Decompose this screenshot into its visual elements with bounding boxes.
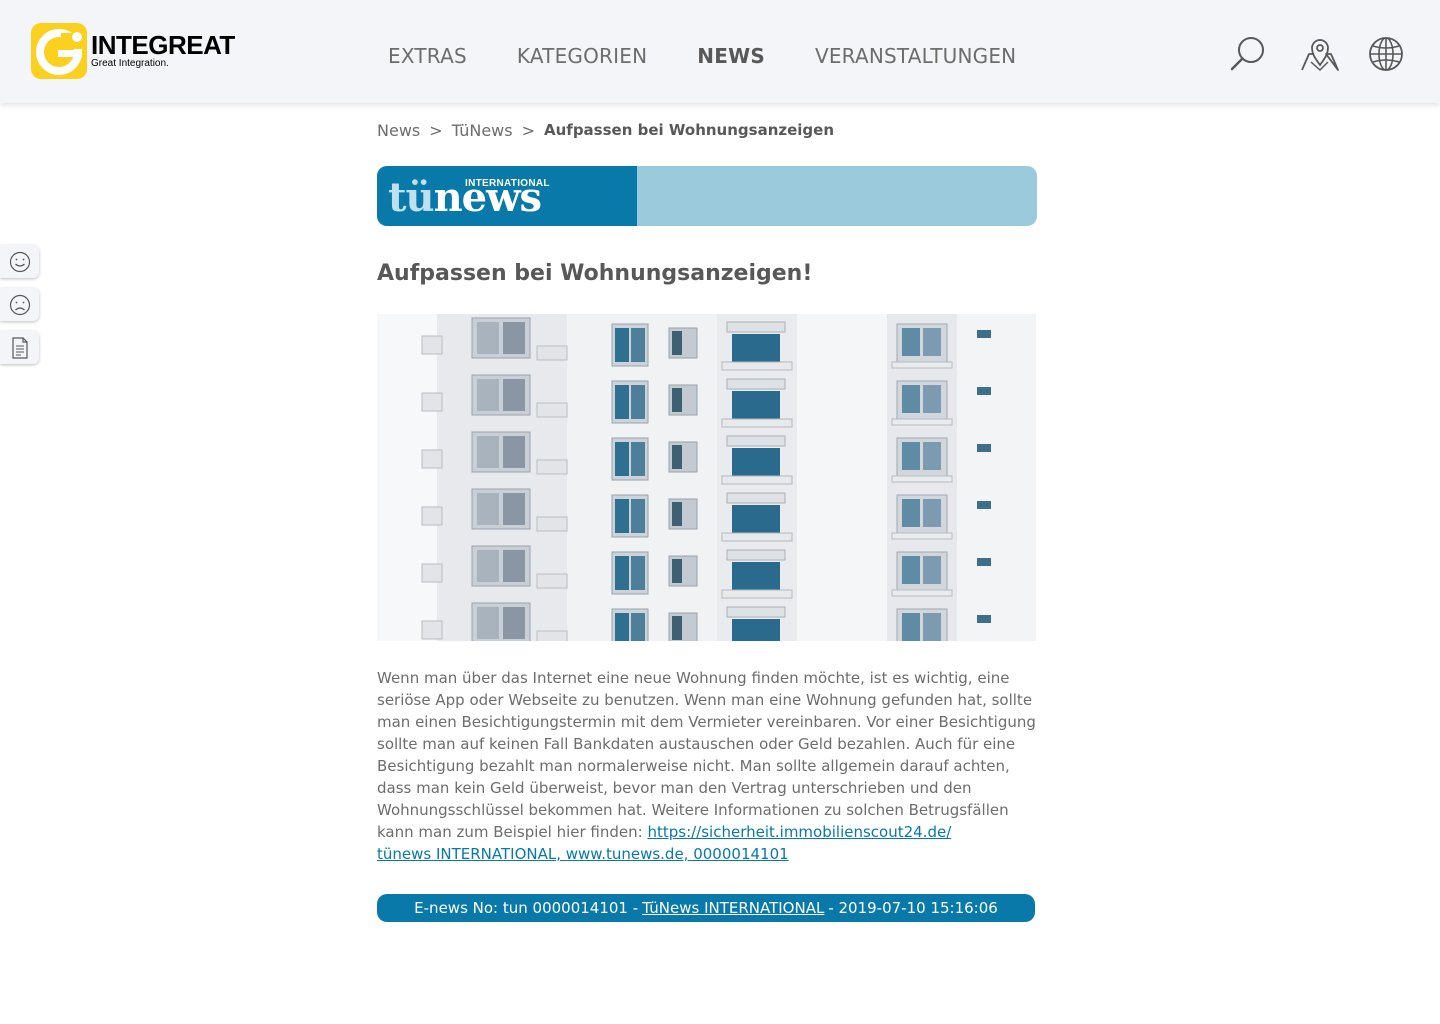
news-meta-suffix: - 2019-07-10 15:16:06 bbox=[828, 899, 998, 917]
tuenews-logo: tünews bbox=[388, 174, 542, 221]
breadcrumb-current: Aufpassen bei Wohnungsanzeigen bbox=[544, 121, 835, 139]
breadcrumb-separator: > bbox=[429, 121, 443, 140]
nav-kategorien[interactable]: KATEGORIEN bbox=[517, 44, 647, 68]
article-image bbox=[377, 314, 1036, 641]
breadcrumb-tuenews[interactable]: TüNews bbox=[452, 121, 513, 140]
logo-name: INTEGREAT bbox=[91, 30, 235, 60]
smile-icon bbox=[9, 251, 30, 272]
article-body-text: Wenn man über das Internet eine neue Woh… bbox=[377, 669, 1036, 841]
tuenews-logo-panel: INTERNATIONAL tünews bbox=[377, 166, 637, 226]
tuenews-banner: INTERNATIONAL tünews bbox=[377, 166, 1037, 226]
search-icon[interactable] bbox=[1228, 34, 1268, 74]
nav-news[interactable]: NEWS bbox=[697, 44, 765, 68]
news-meta-bar: E-news No: tun 0000014101 - TüNews INTER… bbox=[377, 894, 1035, 922]
feedback-negative-button[interactable] bbox=[0, 288, 39, 321]
frown-icon bbox=[9, 294, 30, 315]
location-icon[interactable] bbox=[1300, 34, 1340, 74]
breadcrumb-separator: > bbox=[521, 121, 535, 140]
article-body: Wenn man über das Internet eine neue Woh… bbox=[377, 667, 1037, 865]
main-nav: EXTRAS KATEGORIEN NEWS VERANSTALTUNGEN bbox=[388, 44, 1066, 68]
article-source-link[interactable]: tünews INTERNATIONAL, www.tunews.de, 000… bbox=[377, 845, 789, 863]
nav-veranstaltungen[interactable]: VERANSTALTUNGEN bbox=[815, 44, 1016, 68]
news-meta-link[interactable]: TüNews INTERNATIONAL bbox=[642, 899, 824, 917]
document-icon bbox=[11, 336, 28, 359]
news-meta-prefix: E-news No: tun 0000014101 - bbox=[414, 899, 639, 917]
top-header: INTEGREAT Great Integration. EXTRAS KATE… bbox=[0, 0, 1440, 103]
logo-tagline: Great Integration. bbox=[91, 58, 169, 69]
pdf-export-button[interactable] bbox=[0, 331, 39, 364]
integreat-logo-icon bbox=[31, 23, 87, 79]
article-title: Aufpassen bei Wohnungsanzeigen! bbox=[377, 261, 813, 286]
integreat-logo[interactable]: INTEGREAT Great Integration. bbox=[31, 23, 241, 79]
feedback-positive-button[interactable] bbox=[0, 245, 39, 278]
article-external-link[interactable]: https://sicherheit.immobilienscout24.de/ bbox=[647, 823, 951, 841]
nav-extras[interactable]: EXTRAS bbox=[388, 44, 467, 68]
breadcrumb: News > TüNews > Aufpassen bei Wohnungsan… bbox=[377, 121, 834, 140]
globe-icon[interactable] bbox=[1366, 34, 1406, 74]
breadcrumb-news[interactable]: News bbox=[377, 121, 420, 140]
